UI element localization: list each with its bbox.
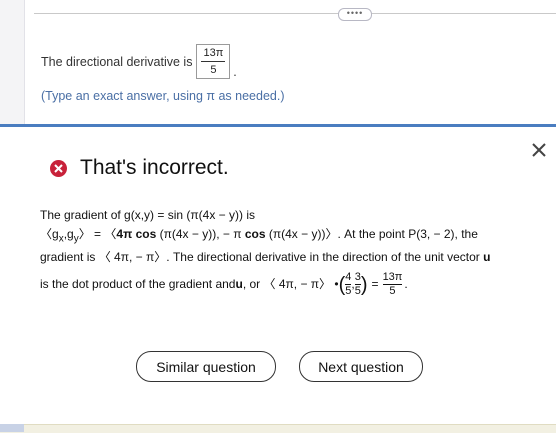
- answer-input[interactable]: 13π 5: [196, 44, 231, 79]
- bottom-rail-mark: [0, 424, 24, 432]
- answer-hint: (Type an exact answer, using π as needed…: [41, 89, 285, 103]
- more-options-button[interactable]: ••••: [338, 8, 372, 21]
- question-prompt: The directional derivative is: [41, 54, 193, 69]
- explanation-line-2: 〈gx,gy〉 = 〈4π cos (π(4x − y)), − π cos (…: [40, 227, 478, 245]
- question-period: .: [233, 65, 237, 79]
- top-divider: [34, 13, 556, 14]
- explanation-line-1: The gradient of g(x,y) = sin (π(4x − y))…: [40, 208, 256, 222]
- left-rail: [0, 0, 25, 124]
- result-fraction: 13π 5: [382, 271, 403, 298]
- question-block: The directional derivative is 13π 5 .: [41, 44, 237, 79]
- answer-denominator: 5: [210, 64, 217, 76]
- explanation-line-4: is the dot product of the gradient and u…: [40, 271, 408, 298]
- incorrect-icon: [50, 159, 67, 177]
- feedback-status-text: That's incorrect.: [80, 156, 229, 179]
- explanation-line-3: gradient is 〈 4π, − π〉. The directional …: [40, 250, 491, 265]
- vector-open-paren: (: [338, 273, 346, 296]
- feedback-explanation: The gradient of g(x,y) = sin (π(4x − y))…: [40, 206, 520, 298]
- close-button[interactable]: [529, 140, 549, 160]
- answer-numerator: 13π: [203, 47, 224, 59]
- feedback-status: That's incorrect.: [50, 156, 229, 180]
- next-question-button[interactable]: Next question: [299, 351, 423, 382]
- feedback-divider: [0, 124, 556, 127]
- similar-question-button[interactable]: Similar question: [136, 351, 276, 382]
- vector-close-paren: ): [360, 273, 368, 296]
- close-icon: [532, 143, 546, 157]
